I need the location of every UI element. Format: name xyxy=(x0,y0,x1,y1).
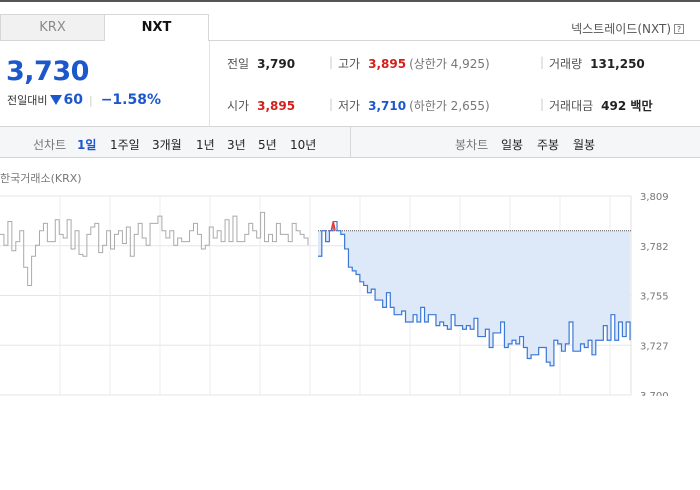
candle-weekly[interactable]: 주봉 xyxy=(537,136,559,153)
y-axis: 3,809 3,782 3,755 3,727 3,700 xyxy=(640,192,669,396)
candle-chart-label: 봉차트 xyxy=(455,138,489,152)
trade-amount-label: 거래대금 xyxy=(549,99,594,113)
trade-amount: | 거래대금 492 백만 xyxy=(540,97,653,114)
y-tick-label: 3,755 xyxy=(640,292,669,303)
period-10y[interactable]: 10년 xyxy=(290,136,316,153)
volume-value: 131,250 xyxy=(590,57,645,71)
period-3m[interactable]: 3개월 xyxy=(152,136,182,153)
change-percent: −1.58% xyxy=(100,92,161,108)
exchange-name-label: 넥스트레이드(NXT) xyxy=(571,22,671,36)
current-price: 3,730 xyxy=(6,56,89,87)
high-value: 3,895 xyxy=(368,57,407,71)
tab-krx[interactable]: KRX xyxy=(0,14,105,41)
series-krx-line xyxy=(0,211,309,286)
candle-daily[interactable]: 일봉 xyxy=(501,136,523,153)
change-amount: 60 xyxy=(63,92,83,108)
line-chart-label: 선차트 xyxy=(33,138,67,152)
price-change: 전일대비 60 | −1.58% xyxy=(7,92,161,108)
tab-baseline xyxy=(209,40,700,41)
change-label: 전일대비 xyxy=(7,94,48,107)
low-label: 저가 xyxy=(338,99,361,113)
open-label: 시가 xyxy=(227,99,250,113)
y-tick-label: 3,782 xyxy=(640,242,669,253)
period-3y[interactable]: 3년 xyxy=(227,136,246,153)
period-1w[interactable]: 1주일 xyxy=(110,136,140,153)
prev-close: 전일 3,790 xyxy=(227,55,295,72)
y-tick-label: 3,727 xyxy=(640,341,669,352)
exchange-tabs: KRX NXT 넥스트레이드(NXT)? xyxy=(0,14,700,41)
divider: | xyxy=(88,94,93,107)
divider: | xyxy=(329,97,334,111)
candle-monthly[interactable]: 월봉 xyxy=(573,136,595,153)
divider: | xyxy=(540,97,545,111)
prev-close-label: 전일 xyxy=(227,57,250,71)
lower-limit: (하한가 2,655) xyxy=(409,99,490,113)
high-label: 고가 xyxy=(338,57,361,71)
chart-toolbar: 선차트 1일 1주일 3개월 1년 3년 5년 10년 봉차트 일봉 주봉 월봉 xyxy=(0,126,700,158)
prev-close-value: 3,790 xyxy=(257,57,296,71)
open-price: 시가 3,895 xyxy=(227,97,295,114)
low-value: 3,710 xyxy=(368,99,407,113)
low-price: | 저가 3,710 (하한가 2,655) xyxy=(329,97,490,114)
high-price: | 고가 3,895 (상한가 4,925) xyxy=(329,55,490,72)
top-border xyxy=(0,0,700,2)
tab-nxt[interactable]: NXT xyxy=(104,14,209,41)
summary-divider xyxy=(209,41,210,126)
trade-amount-value: 492 백만 xyxy=(601,99,653,113)
period-5y[interactable]: 5년 xyxy=(258,136,277,153)
volume: | 거래량 131,250 xyxy=(540,55,645,72)
toolbar-divider xyxy=(350,127,351,157)
upper-limit: (상한가 4,925) xyxy=(409,57,490,71)
period-1y[interactable]: 1년 xyxy=(196,136,215,153)
y-tick-label: 3,700 xyxy=(640,391,669,396)
volume-label: 거래량 xyxy=(549,57,583,71)
divider: | xyxy=(540,55,545,69)
y-tick-label: 3,809 xyxy=(640,192,669,203)
price-chart: 3,809 3,782 3,755 3,727 3,700 xyxy=(0,192,669,396)
down-triangle-icon xyxy=(50,95,63,105)
open-value: 3,895 xyxy=(257,99,296,113)
divider: | xyxy=(329,55,334,69)
help-icon[interactable]: ? xyxy=(674,24,684,34)
exchange-name: 넥스트레이드(NXT)? xyxy=(571,20,684,37)
period-1d[interactable]: 1일 xyxy=(77,136,96,153)
